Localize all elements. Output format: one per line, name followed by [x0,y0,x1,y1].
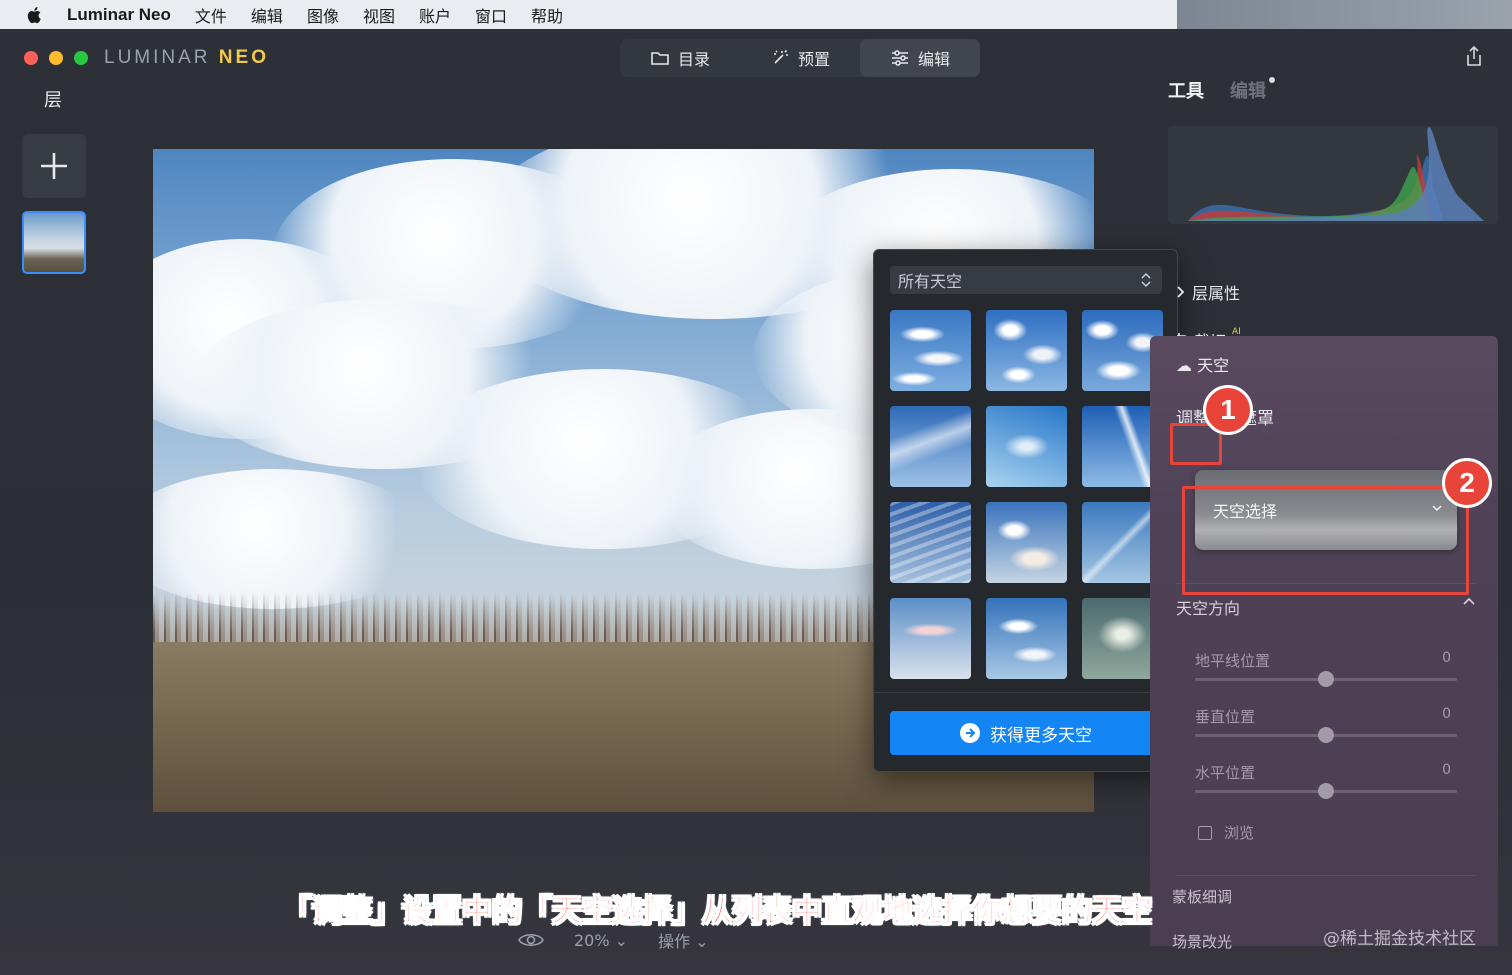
zoom-dropdown[interactable]: 20% ⌄ [574,931,628,950]
layer-properties-label: 层属性 [1192,284,1241,303]
sky-orientation-section[interactable]: 天空方向 [1176,595,1476,619]
menu-window[interactable]: 窗口 [475,3,507,27]
tab-edits[interactable]: 编辑 [1230,77,1275,103]
top-navigation: 目录 预置 编辑 [620,39,980,77]
slider-label: 垂直位置 [1195,708,1256,726]
updown-chevron-icon [1141,272,1151,288]
sky-picker-popup: 所有天空 获得更多天空 [873,249,1178,772]
chevron-up-icon [1463,597,1475,605]
share-icon[interactable] [1464,45,1484,67]
logo-neo: NEO [218,47,269,68]
tab-catalog[interactable]: 目录 [620,39,740,77]
sky-thumbnail[interactable] [890,406,971,487]
vertical-position-slider[interactable]: 垂直位置 0 [1195,706,1457,743]
menu-bar-extra [1177,0,1512,31]
horizontal-position-slider[interactable]: 水平位置 0 [1195,762,1457,799]
minimize-window-button[interactable] [49,51,63,65]
arrow-right-icon [960,723,980,743]
sky-thumbnail-grid [890,310,1163,679]
slider-knob[interactable] [1318,727,1334,743]
menu-view[interactable]: 视图 [363,3,395,27]
sky-thumbnail[interactable] [986,598,1067,679]
slider-label: 地平线位置 [1195,652,1271,670]
sky-tool-label: 天空 [1197,356,1230,375]
magic-wand-icon [773,49,788,64]
checkbox-box[interactable] [1198,825,1212,840]
plus-icon [41,153,67,179]
sliders-icon [891,50,908,66]
zoom-level: 20% [574,930,610,950]
add-layer-button[interactable] [22,134,86,198]
folder-icon [651,52,669,65]
get-more-skies-label: 获得更多天空 [990,725,1092,746]
menu-account[interactable]: 账户 [419,3,451,27]
annotation-caption: 「调整」设置中的「天空选择」从列表中直观地选择你想要的天空 [282,894,1153,930]
mask-refine-section[interactable]: 蒙板细调 [1172,886,1232,907]
slider-value: 0 [1442,762,1451,778]
zoom-window-button[interactable] [74,51,88,65]
histogram [1168,126,1498,224]
chevron-right-icon [1177,286,1185,298]
annotation-highlight-sky-selection [1182,486,1469,595]
slider-value: 0 [1442,706,1451,722]
app-logo: LUMINAR NEO [104,47,269,69]
popup-divider [874,692,1177,693]
slider-value: 0 [1442,650,1451,666]
menu-image[interactable]: 图像 [307,3,339,27]
sky-thumbnail[interactable] [986,310,1067,391]
tab-catalog-label: 目录 [677,50,710,69]
window-controls [24,51,88,65]
sky-thumbnail[interactable] [890,310,971,391]
apple-icon[interactable] [25,5,45,25]
annotation-badge-1: 1 [1203,385,1253,435]
menu-app-name[interactable]: Luminar Neo [67,5,171,25]
tab-presets[interactable]: 预置 [740,39,860,77]
layer-thumbnail[interactable] [22,211,86,274]
browse-checkbox[interactable]: 浏览 [1198,822,1254,843]
menu-edit[interactable]: 编辑 [251,3,283,27]
annotation-badge-2: 2 [1442,458,1492,508]
divider [1176,875,1476,876]
sky-tool-title[interactable]: ☁ 天空 [1176,352,1229,376]
actions-dropdown[interactable]: 操作 ⌄ [658,928,709,952]
eye-icon[interactable] [518,932,544,948]
sky-thumbnail[interactable] [890,502,971,583]
sky-category-select[interactable]: 所有天空 [890,266,1162,294]
right-panel-tabs: 工具 编辑 [1168,77,1275,103]
slider-label: 水平位置 [1195,764,1256,782]
horizon-position-slider[interactable]: 地平线位置 0 [1195,650,1457,687]
tab-presets-label: 预置 [797,50,830,69]
actions-label: 操作 [658,932,691,951]
cloud-icon: ☁ [1176,356,1192,375]
bottom-toolbar: 20% ⌄ 操作 ⌄ [518,928,709,952]
sky-thumbnail[interactable] [890,598,971,679]
browse-label: 浏览 [1224,824,1255,842]
tab-edit[interactable]: 编辑 [860,39,980,77]
sky-orientation-label: 天空方向 [1176,599,1241,618]
watermark: @稀土掘金技术社区 [1323,929,1476,949]
logo-luminar: LUMINAR [104,47,211,68]
slider-knob[interactable] [1318,671,1334,687]
scene-relight-section[interactable]: 场景改光 [1172,931,1232,952]
get-more-skies-button[interactable]: 获得更多天空 [890,711,1162,755]
tab-edit-label: 编辑 [917,50,950,69]
menu-help[interactable]: 帮助 [531,3,563,27]
sky-thumbnail[interactable] [986,406,1067,487]
slider-knob[interactable] [1318,783,1334,799]
close-window-button[interactable] [24,51,38,65]
menu-file[interactable]: 文件 [195,3,227,27]
tab-tools[interactable]: 工具 [1168,77,1204,103]
menu-bar: Luminar Neo 文件 编辑 图像 视图 账户 窗口 帮助 [0,0,1177,29]
sky-thumbnail[interactable] [986,502,1067,583]
layer-properties-item[interactable]: 层属性 [1176,280,1240,304]
layers-title: 层 [44,90,62,111]
sky-category-label: 所有天空 [898,272,963,291]
